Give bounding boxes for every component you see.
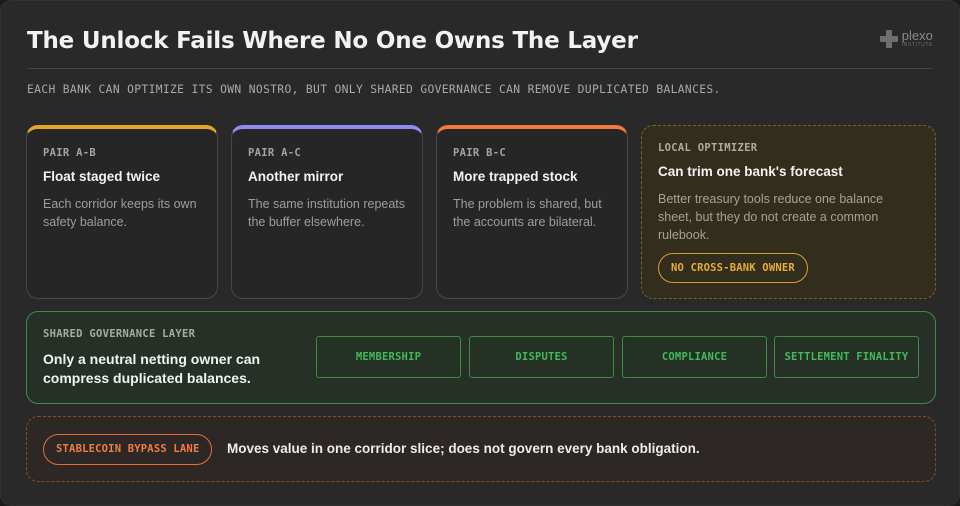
logo-name: plexo bbox=[901, 28, 933, 43]
no-owner-badge: NO CROSS-BANK OWNER bbox=[658, 253, 808, 283]
shared-governance-panel: SHARED GOVERNANCE LAYER Only a neutral n… bbox=[26, 311, 936, 404]
page-subtitle: EACH BANK CAN OPTIMIZE ITS OWN NOSTRO, B… bbox=[27, 83, 721, 96]
pair-card-a-c: PAIR A-C Another mirror The same institu… bbox=[231, 125, 423, 299]
slide-frame: The Unlock Fails Where No One Owns The L… bbox=[0, 0, 960, 506]
logo-subtitle: INSTITUTE bbox=[901, 42, 933, 48]
optimizer-tag: LOCAL OPTIMIZER bbox=[658, 142, 758, 154]
chip-compliance: COMPLIANCE bbox=[622, 336, 767, 378]
pair-body: Each corridor keeps its own safety balan… bbox=[43, 197, 197, 229]
chip-settlement-finality: SETTLEMENT FINALITY bbox=[774, 336, 919, 378]
chip-disputes: DISPUTES bbox=[469, 336, 614, 378]
logo: plexo INSTITUTE bbox=[879, 28, 933, 48]
pair-body: The problem is shared, but the accounts … bbox=[453, 197, 602, 229]
optimizer-heading: Can trim one bank's forecast bbox=[658, 164, 843, 179]
pair-card-a-b: PAIR A-B Float staged twice Each corrido… bbox=[26, 125, 218, 299]
governance-tag: SHARED GOVERNANCE LAYER bbox=[43, 328, 196, 340]
plus-cross-icon bbox=[879, 29, 898, 48]
stablecoin-bypass-panel: STABLECOIN BYPASS LANE Moves value in on… bbox=[26, 416, 936, 482]
pair-heading: Float staged twice bbox=[43, 169, 161, 184]
local-optimizer-card: LOCAL OPTIMIZER Can trim one bank's fore… bbox=[641, 125, 936, 299]
bypass-note: Moves value in one corridor slice; does … bbox=[227, 441, 700, 456]
pair-tag: PAIR A-C bbox=[248, 147, 301, 159]
pair-card-b-c: PAIR B-C More trapped stock The problem … bbox=[436, 125, 628, 299]
pair-tag: PAIR B-C bbox=[453, 147, 506, 159]
optimizer-body: Better treasury tools reduce one balance… bbox=[658, 192, 884, 242]
pair-tag: PAIR A-B bbox=[43, 147, 96, 159]
bypass-badge: STABLECOIN BYPASS LANE bbox=[43, 434, 213, 465]
pair-body: The same institution repeats the buffer … bbox=[248, 197, 406, 229]
page-title: The Unlock Fails Where No One Owns The L… bbox=[27, 28, 638, 54]
pair-heading: Another mirror bbox=[248, 169, 344, 184]
chip-membership: MEMBERSHIP bbox=[316, 336, 461, 378]
governance-heading: Only a neutral netting owner can compres… bbox=[43, 351, 261, 386]
header-divider bbox=[27, 68, 933, 69]
pair-heading: More trapped stock bbox=[453, 169, 578, 184]
